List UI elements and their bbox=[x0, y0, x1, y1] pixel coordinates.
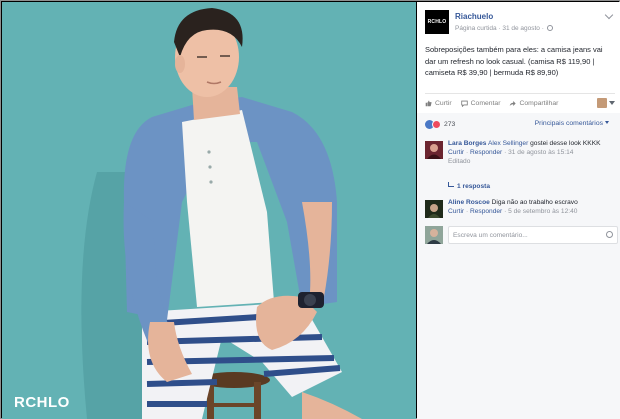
like-button[interactable]: Curtir bbox=[425, 100, 452, 107]
comment-reply-link[interactable]: Responder bbox=[470, 208, 502, 215]
comment-text: Diga não ao trabalho escravo bbox=[491, 199, 578, 206]
comment-bubble-icon bbox=[460, 100, 468, 107]
caret-down-icon bbox=[605, 121, 609, 124]
comment-button[interactable]: Comentar bbox=[460, 99, 501, 107]
comment-author[interactable]: Lara Borges bbox=[448, 140, 486, 147]
avatar-photo-icon bbox=[425, 200, 443, 218]
thumbs-up-icon bbox=[425, 100, 432, 106]
post-body: Sobreposições também para eles: a camisa… bbox=[425, 45, 603, 77]
emoji-icon[interactable] bbox=[606, 231, 613, 238]
post-meta: Página curtida · 31 de agosto · bbox=[455, 25, 553, 32]
watermark-logo: RCHLO bbox=[14, 394, 70, 411]
post-actions: Curtir Comentar Compartilhar bbox=[425, 95, 615, 111]
share-button[interactable]: Compartilhar bbox=[509, 100, 558, 107]
comment-edited[interactable]: Editado bbox=[448, 157, 613, 166]
reactions-bar: 273 Principais comentários bbox=[425, 118, 615, 130]
commenter-avatar[interactable] bbox=[425, 141, 443, 159]
commenter-avatar[interactable] bbox=[425, 200, 443, 218]
share-arrow-icon bbox=[510, 100, 517, 106]
replies-count: 1 resposta bbox=[457, 183, 490, 190]
comment-time[interactable]: 5 de setembro às 12:40 bbox=[508, 208, 577, 215]
post-meta-text: Página curtida · 31 de agosto · bbox=[455, 25, 544, 32]
comment-composer bbox=[425, 226, 618, 246]
comment-reply-link[interactable]: Responder bbox=[470, 149, 502, 156]
sort-label: Principais comentários bbox=[534, 120, 603, 127]
chevron-down-icon[interactable] bbox=[604, 10, 614, 20]
share-label: Compartilhar bbox=[519, 99, 559, 107]
comment-meta: Curtir · Responder · 31 de agosto às 15:… bbox=[448, 149, 574, 156]
comment-label: Comentar bbox=[470, 99, 501, 107]
view-replies-link[interactable]: 1 resposta bbox=[448, 182, 490, 190]
comment-body: Aline Roscoe Diga não ao trabalho escrav… bbox=[448, 198, 613, 216]
globe-icon bbox=[546, 25, 553, 31]
love-reaction-icon bbox=[432, 119, 441, 129]
comment-time[interactable]: 31 de agosto às 15:14 bbox=[508, 149, 573, 156]
post-photo[interactable]: RCHLO bbox=[2, 2, 416, 419]
comment-text: gostei desse look KKKK bbox=[530, 140, 601, 147]
caret-down-icon bbox=[609, 101, 615, 105]
comment-body: Lara Borges Alex Sellinger gostei desse … bbox=[448, 139, 613, 166]
avatar bbox=[597, 98, 607, 108]
avatar bbox=[425, 226, 443, 244]
comment-meta: Curtir · Responder · 5 de setembro às 12… bbox=[448, 208, 578, 215]
like-label: Curtir bbox=[435, 99, 452, 107]
reaction-count[interactable]: 273 bbox=[444, 121, 455, 128]
avatar-photo-icon bbox=[425, 226, 443, 244]
comment-sort-dropdown[interactable]: Principais comentários bbox=[535, 120, 609, 127]
reply-arrow-icon bbox=[448, 182, 454, 187]
post-header: RCHLO Riachuelo Página curtida · 31 de a… bbox=[425, 10, 615, 40]
comment-input[interactable] bbox=[448, 226, 618, 244]
avatar-photo-icon bbox=[425, 141, 443, 159]
comment-like-link[interactable]: Curtir bbox=[448, 149, 464, 156]
photo-viewer: RCHLO RCHLO Riachuelo Página curtida · 3… bbox=[0, 0, 620, 419]
model-illustration bbox=[81, 8, 362, 419]
page-name-link[interactable]: Riachuelo bbox=[455, 12, 493, 21]
comment-tag[interactable]: Alex Sellinger bbox=[488, 140, 528, 147]
comment-like-link[interactable]: Curtir bbox=[448, 208, 464, 215]
page-avatar[interactable]: RCHLO bbox=[425, 10, 449, 34]
identity-selector[interactable] bbox=[597, 98, 615, 108]
comment-author[interactable]: Aline Roscoe bbox=[448, 199, 490, 206]
divider bbox=[425, 93, 615, 94]
post-panel: RCHLO Riachuelo Página curtida · 31 de a… bbox=[417, 2, 620, 419]
